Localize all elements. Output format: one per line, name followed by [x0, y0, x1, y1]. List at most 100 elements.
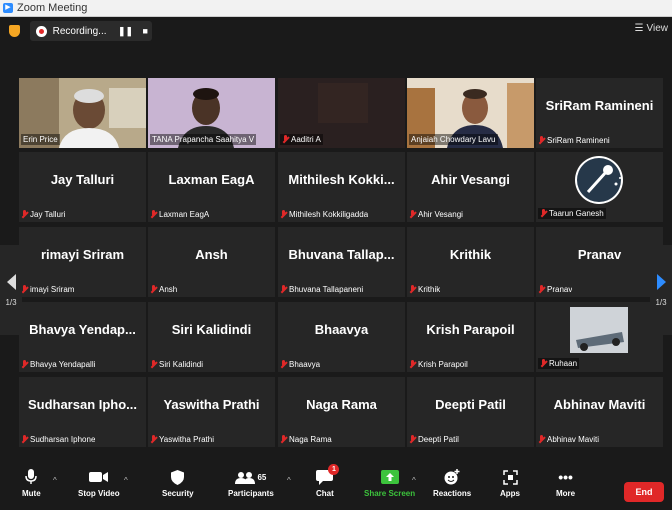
security-shield-icon[interactable] — [9, 25, 20, 37]
participant-name-label: imayi Sriram — [21, 285, 74, 294]
participant-name-text: Naga Rama — [289, 435, 332, 444]
participant-tile[interactable]: Krithik Krithik — [407, 227, 534, 297]
end-meeting-button[interactable]: End — [624, 482, 664, 502]
share-screen-button[interactable]: Share Screen — [364, 468, 415, 498]
participant-tile[interactable]: Siri Kalidindi Siri Kalidindi — [148, 302, 275, 372]
participant-tile[interactable]: rimayi Sriram imayi Sriram — [19, 227, 146, 297]
participant-tile[interactable]: Mithilesh Kokki... Mithilesh Kokkiligadda — [278, 152, 405, 222]
participant-name-text: imayi Sriram — [30, 285, 75, 294]
participant-name-text: Bhuvana Tallapaneni — [289, 285, 364, 294]
chat-bubble-icon: 1 — [316, 464, 340, 486]
participant-name-text: Abhinav Maviti — [547, 435, 600, 444]
meeting-topbar: Recording... ❚❚ ■ ☰ View — [0, 17, 672, 45]
reactions-button[interactable]: Reactions — [433, 468, 471, 498]
participant-name-label: Bhavya Yendapalli — [21, 360, 95, 369]
participant-name-label: Sudharsan Iphone — [21, 435, 95, 444]
share-screen-icon — [380, 468, 399, 486]
apps-icon — [502, 468, 518, 486]
participant-display-name: Siri Kalidindi — [171, 322, 252, 337]
participant-tile[interactable]: Bhaavya Bhaavya — [278, 302, 405, 372]
participant-name-label: Krish Parapoil — [409, 360, 468, 369]
more-button[interactable]: ••• More — [556, 468, 575, 498]
muted-mic-icon — [150, 360, 157, 369]
participant-name-text: Ruhaan — [549, 359, 578, 368]
participant-display-name: Krish Parapoil — [426, 322, 515, 337]
zoom-logo-icon: ▶ — [3, 3, 13, 13]
participant-tile[interactable]: Taarun Ganesh — [536, 152, 663, 222]
participant-tile[interactable]: Laxman EagA Laxman EagA — [148, 152, 275, 222]
participant-tile[interactable]: Deepti Patil Deepti Patil — [407, 377, 534, 447]
participant-name-label: Erin Price — [21, 134, 60, 145]
view-label: View — [646, 23, 669, 34]
participant-tile[interactable]: Ahir Vesangi Ahir Vesangi — [407, 152, 534, 222]
security-button[interactable]: Security — [162, 468, 194, 498]
share-options-caret[interactable]: ^ — [412, 476, 416, 485]
window-titlebar: ▶ Zoom Meeting — [0, 0, 672, 17]
participant-display-name: Bhavya Yendap... — [29, 322, 136, 337]
muted-mic-icon — [280, 210, 287, 219]
view-button[interactable]: ☰ View — [635, 23, 668, 34]
participant-display-name: Sudharsan Ipho... — [27, 397, 138, 412]
participant-tile[interactable]: Jay Talluri Jay Talluri — [19, 152, 146, 222]
previous-page-button[interactable]: 1/3 — [0, 245, 22, 335]
next-page-button[interactable]: 1/3 — [650, 245, 672, 335]
participant-display-name: Yaswitha Prathi — [163, 397, 260, 412]
more-label: More — [556, 489, 576, 498]
participant-tile[interactable]: Ansh Ansh — [148, 227, 275, 297]
muted-mic-icon — [540, 209, 547, 218]
muted-mic-icon — [150, 210, 157, 219]
participant-name-label: Jay Talluri — [21, 210, 65, 219]
participant-name-label: Deepti Patil — [409, 435, 459, 444]
participants-options-caret[interactable]: ^ — [287, 476, 291, 485]
participant-tile[interactable]: Yaswitha Prathi Yaswitha Prathi — [148, 377, 275, 447]
stop-recording-icon[interactable]: ■ — [139, 24, 152, 38]
participant-display-name: Bhuvana Tallap... — [288, 247, 395, 262]
participant-tile[interactable]: Sudharsan Ipho... Sudharsan Iphone — [19, 377, 146, 447]
chat-button[interactable]: 1 Chat — [316, 464, 340, 498]
participant-tile[interactable]: Bhuvana Tallap... Bhuvana Tallapaneni — [278, 227, 405, 297]
participant-name-label: Laxman EagA — [150, 210, 209, 219]
page-indicator-left: 1/3 — [5, 297, 17, 307]
muted-mic-icon — [150, 285, 157, 294]
participant-tile[interactable]: Anjaiah Chowdary Lavu — [407, 78, 534, 148]
microphone-icon — [25, 468, 38, 486]
grid-view-icon: ☰ — [634, 23, 644, 34]
participant-name-text: Mithilesh Kokkiligadda — [289, 210, 369, 219]
participant-tile[interactable]: Krish Parapoil Krish Parapoil — [407, 302, 534, 372]
participant-tile[interactable]: Abhinav Maviti Abhinav Maviti — [536, 377, 663, 447]
participant-name-text: Ansh — [159, 285, 178, 294]
participant-name-text: Ahir Vesangi — [418, 210, 463, 219]
shield-icon — [171, 468, 185, 486]
participant-display-name: Krithik — [449, 247, 492, 262]
apps-button[interactable]: Apps — [500, 468, 520, 498]
audio-options-caret[interactable]: ^ — [53, 476, 57, 485]
participant-name-label: Pranav — [538, 285, 572, 294]
participant-tile[interactable]: Naga Rama Naga Rama — [278, 377, 405, 447]
participant-name-label: Taarun Ganesh — [538, 208, 606, 219]
participant-name-text: Deepti Patil — [418, 435, 459, 444]
participant-tile[interactable]: Bhavya Yendap... Bhavya Yendapalli — [19, 302, 146, 372]
participant-display-name: SriRam Ramineni — [545, 98, 654, 113]
muted-mic-icon — [409, 210, 416, 219]
record-icon — [36, 25, 47, 37]
participant-name-text: Bhavya Yendapalli — [30, 360, 96, 369]
participant-name-text: Erin Price — [23, 135, 58, 144]
participant-display-name: Mithilesh Kokki... — [288, 172, 395, 187]
participant-tile[interactable]: TANA Prapancha Saahitya V — [148, 78, 275, 148]
video-options-caret[interactable]: ^ — [124, 476, 128, 485]
participant-name-text: Yaswitha Prathi — [159, 435, 214, 444]
participant-tile[interactable]: Pranav Pranav — [536, 227, 663, 297]
participant-tile[interactable]: Erin Price — [19, 78, 146, 148]
muted-mic-icon — [21, 210, 28, 219]
participant-tile[interactable]: Aaditri A — [278, 78, 405, 148]
pause-recording-icon[interactable]: ❚❚ — [118, 24, 133, 38]
stop-video-button[interactable]: Stop Video — [78, 468, 120, 498]
mute-button[interactable]: Mute — [22, 468, 41, 498]
participant-display-name: Ansh — [195, 247, 228, 262]
participants-button[interactable]: 65 Participants — [228, 468, 274, 498]
ellipsis-icon: ••• — [558, 469, 573, 485]
participant-name-text: Taarun Ganesh — [549, 209, 604, 218]
muted-mic-icon — [538, 435, 545, 444]
participant-tile[interactable]: SriRam Ramineni SriRam Ramineni — [536, 78, 663, 148]
participant-tile[interactable]: Ruhaan — [536, 302, 663, 372]
